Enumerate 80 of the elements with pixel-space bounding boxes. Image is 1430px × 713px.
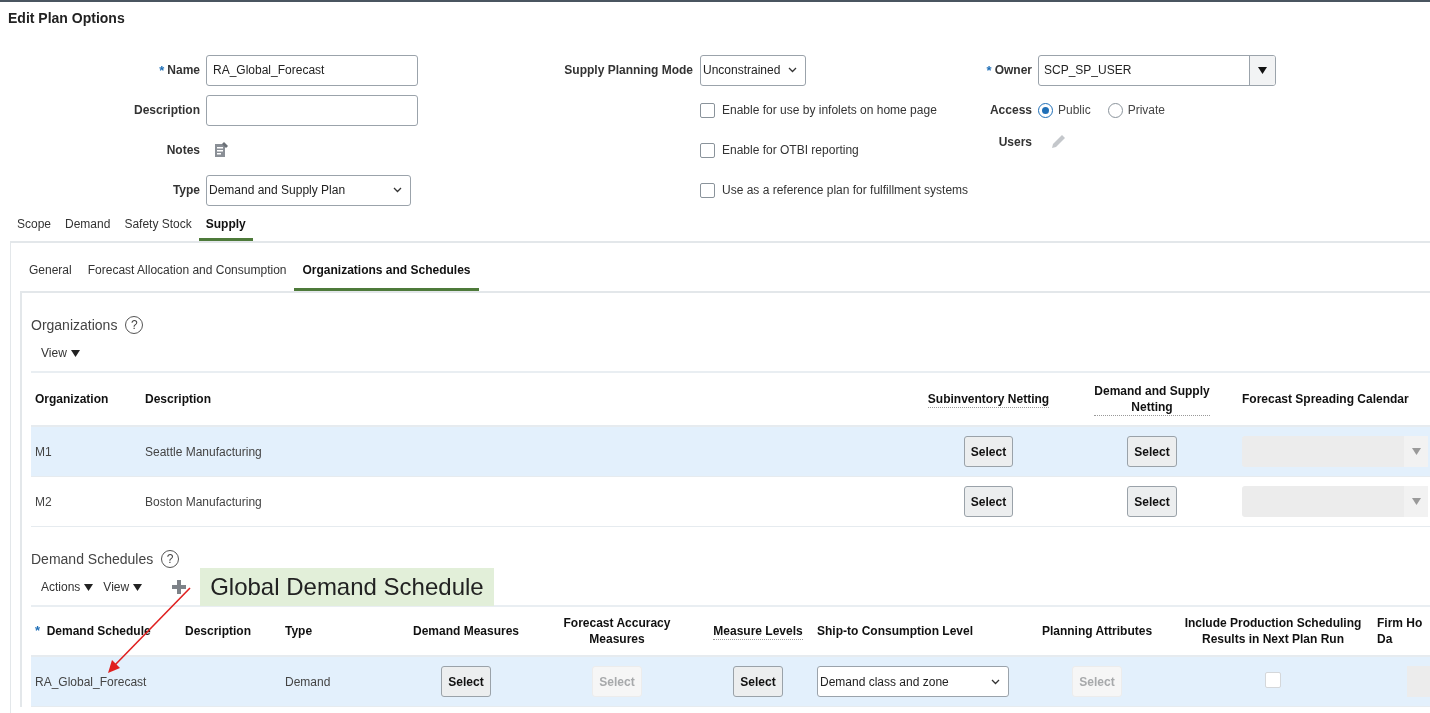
field-label: Supply Planning Mode (564, 63, 693, 77)
column-header[interactable]: Description (185, 623, 251, 639)
tab[interactable]: Scope (10, 210, 59, 241)
table-cell: Boston Manufacturing (145, 494, 262, 509)
table-row[interactable]: M2 Boston Manufacturing Select Select (31, 476, 1430, 527)
chevron-down-icon (788, 67, 797, 73)
field-label: Owner (994, 63, 1032, 77)
pencil-icon[interactable] (1050, 134, 1066, 150)
select-button[interactable]: Select (1127, 436, 1177, 467)
column-header[interactable]: Type (285, 623, 313, 639)
caret-down-icon (133, 583, 143, 591)
callout-label: Global Demand Schedule (200, 568, 494, 606)
dropdown[interactable]: Demand class and zone (817, 666, 1009, 697)
type-select[interactable]: Demand and Supply Plan (206, 174, 411, 206)
tab[interactable]: Organizations and Schedules (294, 257, 479, 291)
chevron-down-icon (393, 187, 402, 193)
chevron-down-icon (991, 678, 1000, 685)
tab[interactable]: Demand (58, 210, 118, 241)
table-cell: M1 (35, 444, 52, 459)
select-button[interactable]: Select (1127, 486, 1177, 517)
column-header[interactable]: Firm Ho Da (1377, 615, 1423, 647)
field-label: Access (989, 103, 1032, 117)
column-header[interactable]: Organization (35, 391, 109, 407)
radio-button[interactable] (1038, 102, 1053, 118)
checkbox[interactable] (700, 102, 715, 118)
table-cell: Demand (285, 674, 331, 689)
checkbox-label: Enable for use by infolets on home page (722, 103, 937, 117)
caret-down-icon (1411, 498, 1421, 505)
tab[interactable]: General (21, 257, 80, 291)
field-label: Users (998, 135, 1032, 149)
column-header[interactable]: Description (145, 391, 211, 407)
section-title: Demand Schedules (31, 551, 154, 567)
column-header[interactable]: Demand Measures (412, 623, 519, 639)
tab[interactable]: Safety Stock (117, 210, 199, 241)
column-header[interactable]: Forecast Spreading Calendar (1242, 391, 1409, 407)
table-cell: Seattle Manufacturing (145, 444, 262, 459)
table-cell: M2 (35, 494, 52, 509)
caret-down-icon (84, 583, 94, 591)
column-header[interactable]: Include Production Scheduling Results in Next Plan Run (1184, 615, 1362, 647)
owner-select[interactable]: SCP_SP_USER (1038, 54, 1276, 86)
column-header[interactable]: Planning Attributes (1041, 623, 1153, 639)
name-field[interactable]: RA_Global_Forecast (206, 54, 418, 86)
checkbox[interactable] (700, 142, 715, 158)
radio-label: Private (1127, 103, 1166, 117)
radio-label: Public (1058, 103, 1091, 117)
field-label: Name (167, 63, 200, 77)
menu-button[interactable]: Actions (41, 580, 94, 594)
notes-icon[interactable] (214, 142, 228, 158)
required-mark: * (159, 62, 165, 78)
checkbox-label: Use as a reference plan for fulfillment systems (722, 183, 969, 197)
mode-select[interactable]: Unconstrained (700, 54, 806, 86)
section-title: Organizations (31, 317, 118, 333)
field-label: Type (172, 183, 200, 197)
column-header[interactable]: Subinventory Netting (927, 390, 1050, 408)
radio-button[interactable] (1107, 102, 1123, 118)
table-row[interactable]: M1 Seattle Manufacturing Select Select (31, 426, 1430, 477)
checkbox-label: Enable for OTBI reporting (722, 143, 859, 157)
field-label: Notes (166, 143, 200, 157)
menu-button[interactable]: View (41, 346, 80, 360)
select-button[interactable]: Select (441, 666, 491, 697)
tab[interactable]: Forecast Allocation and Consumption (79, 257, 295, 291)
column-header[interactable]: Forecast Accuracy Measures (563, 615, 671, 647)
caret-down-icon (70, 349, 80, 357)
field-label: Description (134, 103, 200, 117)
table-cell: RA_Global_Forecast (35, 674, 147, 689)
column-header[interactable]: Measure Levels (713, 622, 803, 640)
caret-down-icon (1258, 66, 1267, 74)
add-icon[interactable] (172, 580, 187, 594)
column-header[interactable]: Ship-to Consumption Level (817, 623, 973, 639)
select-button[interactable]: Select (963, 436, 1014, 467)
select-button[interactable]: Select (963, 486, 1014, 517)
caret-down-icon (1411, 448, 1421, 455)
page-title: Edit Plan Options (7, 9, 126, 28)
checkbox[interactable] (700, 182, 715, 198)
description-field[interactable] (206, 94, 418, 126)
tab[interactable]: Supply (198, 210, 253, 241)
column-header[interactable]: Demand and Supply Netting (1094, 382, 1210, 416)
menu-button[interactable]: View (103, 580, 143, 594)
select-button[interactable]: Select (733, 666, 783, 697)
required-mark: * (986, 62, 992, 78)
